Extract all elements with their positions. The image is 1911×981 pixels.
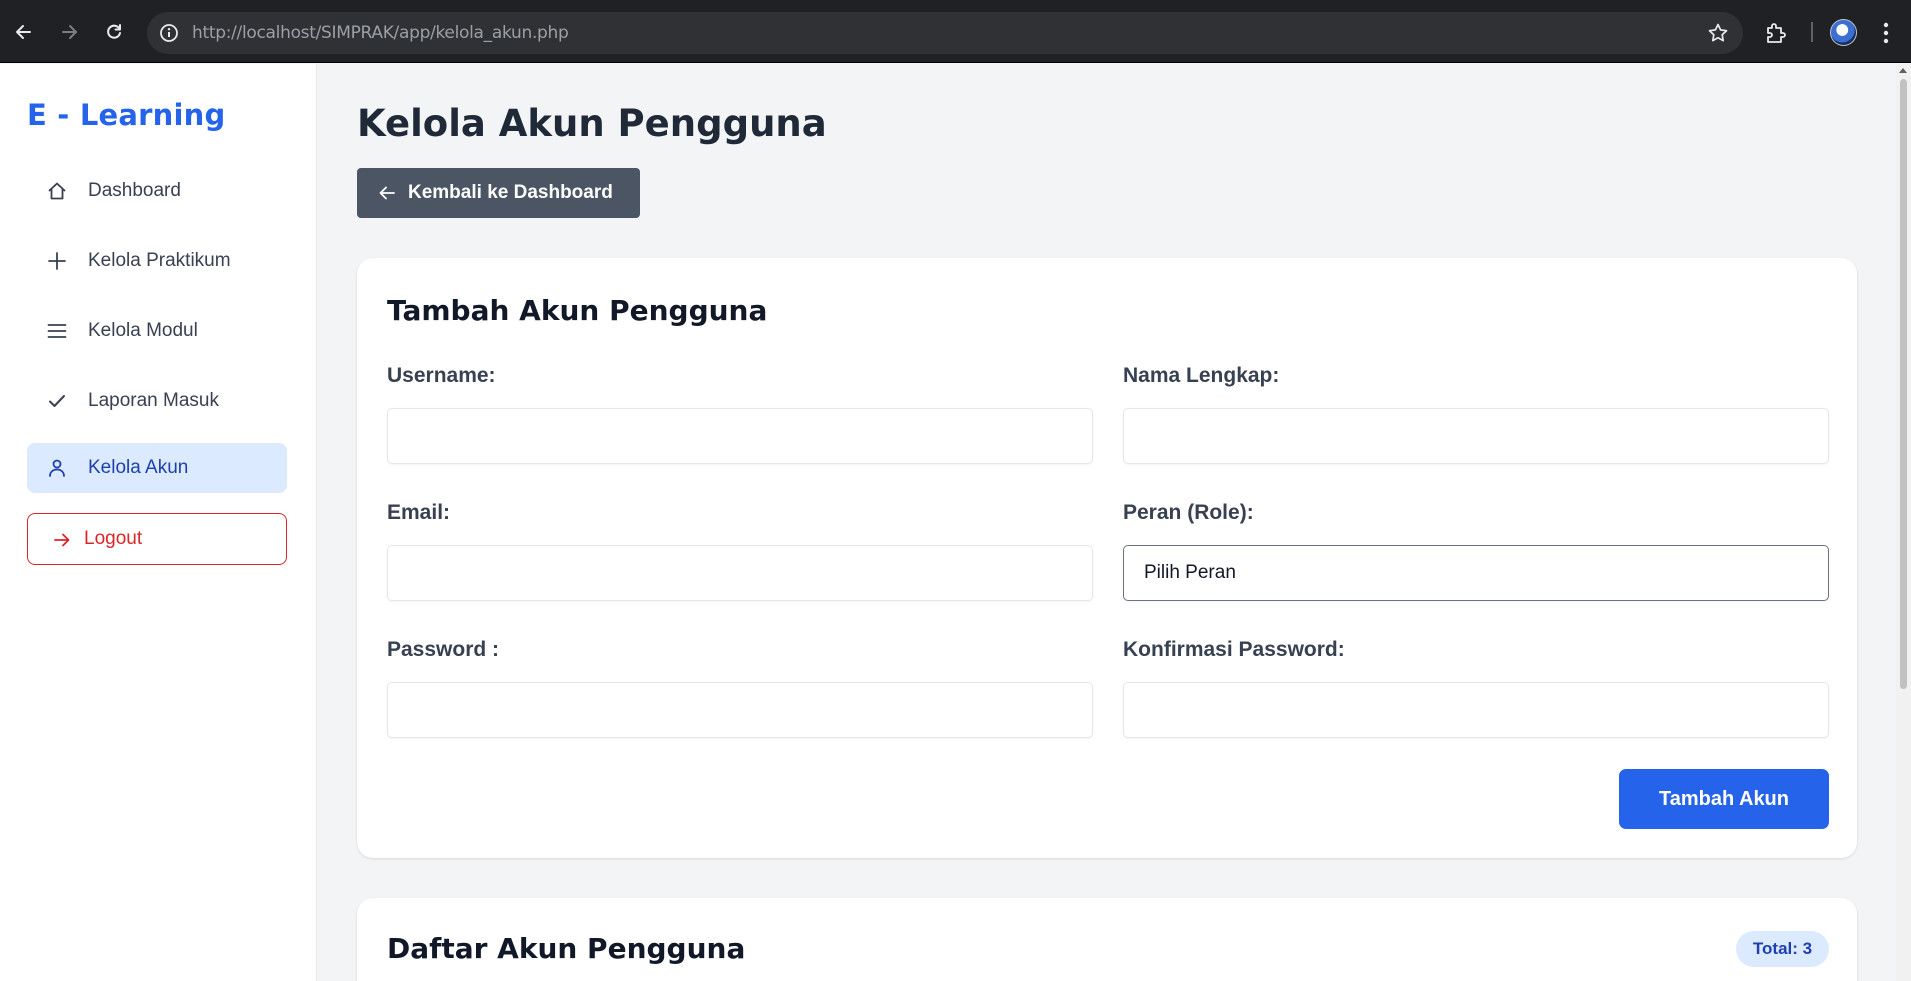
role-select[interactable]: Pilih Peran bbox=[1123, 545, 1829, 601]
bookmark-star-icon[interactable] bbox=[1707, 22, 1729, 44]
confirm-password-label: Konfirmasi Password: bbox=[1123, 638, 1345, 661]
email-label: Email: bbox=[387, 501, 451, 524]
brand-title: E - Learning bbox=[27, 98, 226, 132]
arrow-left-icon bbox=[377, 183, 397, 203]
url-text[interactable]: http://localhost/SIMPRAK/app/kelola_akun… bbox=[192, 12, 569, 54]
back-button-label: Kembali ke Dashboard bbox=[408, 182, 613, 203]
add-account-card: Tambah Akun Pengguna Username: Nama Leng… bbox=[357, 258, 1857, 858]
site-info-icon[interactable] bbox=[159, 23, 179, 43]
sidebar-item-dashboard[interactable]: Dashboard bbox=[27, 166, 287, 216]
fullname-label: Nama Lengkap: bbox=[1123, 364, 1280, 387]
sidebar-item-laporan-masuk[interactable]: Laporan Masuk bbox=[27, 376, 287, 426]
sidebar: E - Learning Dashboard Kelola Praktikum … bbox=[0, 64, 317, 981]
sidebar-item-label: Kelola Modul bbox=[88, 320, 198, 341]
total-badge: Total: 3 bbox=[1736, 931, 1829, 967]
scrollbar-thumb[interactable] bbox=[1900, 79, 1907, 689]
sidebar-item-label: Dashboard bbox=[88, 180, 181, 201]
sidebar-item-label: Kelola Praktikum bbox=[88, 250, 231, 271]
user-icon bbox=[47, 458, 67, 478]
add-account-button[interactable]: Tambah Akun bbox=[1619, 769, 1829, 829]
logout-arrow-icon bbox=[52, 530, 72, 550]
more-menu-icon[interactable] bbox=[1880, 20, 1892, 46]
scroll-up-arrow-icon[interactable] bbox=[1899, 68, 1907, 73]
list-title: Daftar Akun Pengguna bbox=[387, 932, 746, 965]
logout-button[interactable]: Logout bbox=[27, 513, 287, 565]
username-input[interactable] bbox=[387, 408, 1093, 464]
address-bar[interactable]: http://localhost/SIMPRAK/app/kelola_akun… bbox=[147, 12, 1743, 54]
password-label: Password : bbox=[387, 638, 500, 661]
forward-arrow-icon[interactable] bbox=[51, 14, 87, 50]
form-title: Tambah Akun Pengguna bbox=[387, 294, 768, 327]
check-icon bbox=[47, 391, 67, 411]
extensions-puzzle-icon[interactable] bbox=[1763, 20, 1789, 46]
back-to-dashboard-button[interactable]: Kembali ke Dashboard bbox=[357, 168, 640, 218]
sidebar-item-label: Laporan Masuk bbox=[88, 390, 219, 411]
fullname-input[interactable] bbox=[1123, 408, 1829, 464]
role-select-value: Pilih Peran bbox=[1144, 562, 1236, 583]
sidebar-item-kelola-akun[interactable]: Kelola Akun bbox=[27, 443, 287, 493]
role-label: Peran (Role): bbox=[1123, 501, 1254, 524]
toolbar-divider bbox=[1811, 22, 1813, 42]
back-arrow-icon[interactable] bbox=[6, 14, 42, 50]
sidebar-item-kelola-praktikum[interactable]: Kelola Praktikum bbox=[27, 236, 287, 286]
sidebar-item-label: Kelola Akun bbox=[88, 457, 189, 478]
reload-icon[interactable] bbox=[96, 14, 132, 50]
browser-toolbar: http://localhost/SIMPRAK/app/kelola_akun… bbox=[0, 0, 1911, 63]
plus-icon bbox=[47, 251, 67, 271]
account-list-card: Daftar Akun Pengguna Total: 3 bbox=[357, 898, 1857, 981]
email-input[interactable] bbox=[387, 545, 1093, 601]
password-input[interactable] bbox=[387, 682, 1093, 738]
page-scrollbar[interactable] bbox=[1896, 64, 1911, 981]
menu-icon bbox=[47, 321, 67, 341]
confirm-password-input[interactable] bbox=[1123, 682, 1829, 738]
username-label: Username: bbox=[387, 364, 496, 387]
profile-avatar[interactable] bbox=[1830, 19, 1857, 46]
sidebar-item-kelola-modul[interactable]: Kelola Modul bbox=[27, 306, 287, 356]
page-title: Kelola Akun Pengguna bbox=[357, 102, 827, 145]
logout-label: Logout bbox=[84, 528, 143, 549]
home-icon bbox=[47, 181, 67, 201]
